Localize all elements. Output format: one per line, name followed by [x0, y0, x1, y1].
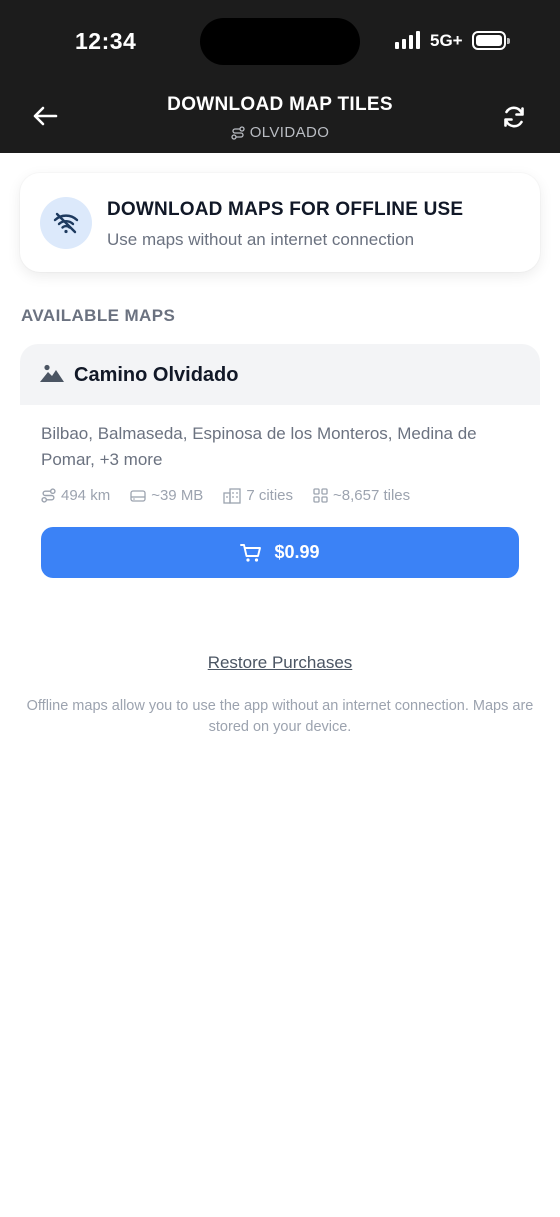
page-subtitle: OLVIDADO [0, 124, 560, 141]
route-icon [231, 125, 245, 140]
map-card-header[interactable]: Camino Olvidado [20, 344, 540, 405]
map-cities: Bilbao, Balmaseda, Espinosa de los Monte… [41, 424, 477, 469]
stat-cities-value: 7 cities [246, 487, 294, 504]
hard-drive-icon [130, 489, 146, 502]
route-icon [41, 488, 56, 503]
footer-note: Offline maps allow you to use the app wi… [26, 698, 534, 735]
stat-cities: 7 cities [223, 487, 293, 504]
restore-row: Restore Purchases [0, 653, 560, 673]
stat-size: ~39 MB [130, 487, 203, 504]
network-type: 5G+ [430, 31, 463, 50]
refresh-icon [504, 106, 524, 128]
map-stats: 494 km ~39 MB 7 cities ~8,657 tiles [41, 487, 410, 504]
offline-info-card: DOWNLOAD MAPS FOR OFFLINE USE Use maps w… [20, 173, 540, 272]
refresh-button[interactable] [496, 99, 532, 135]
stat-tiles-value: ~8,657 tiles [333, 487, 411, 504]
stat-tiles: ~8,657 tiles [313, 487, 410, 504]
buy-button[interactable]: $0.99 [41, 527, 519, 578]
subtitle-text: OLVIDADO [249, 124, 330, 141]
mountain-icon [40, 364, 64, 382]
stat-distance-value: 494 km [61, 487, 111, 504]
stat-size-value: ~39 MB [151, 487, 204, 504]
map-name: Camino Olvidado [74, 364, 239, 386]
app-header: 12:34 5G+ DOWNLOAD MAP TILES OLVIDADO [0, 0, 560, 153]
grid-icon [313, 488, 328, 503]
info-subtitle: Use maps without an internet connection [107, 230, 415, 249]
battery-icon [472, 31, 510, 50]
section-heading: AVAILABLE MAPS [21, 306, 176, 325]
stat-distance: 494 km [41, 487, 110, 504]
info-icon-badge [40, 197, 92, 249]
info-title: DOWNLOAD MAPS FOR OFFLINE USE [107, 199, 464, 220]
restore-purchases-link[interactable]: Restore Purchases [208, 653, 353, 672]
page-title: DOWNLOAD MAP TILES [167, 94, 393, 115]
status-time: 12:34 [75, 28, 137, 54]
wifi-off-icon [53, 212, 79, 234]
cart-icon [240, 543, 262, 562]
signal-icon [395, 31, 420, 49]
buy-price: $0.99 [274, 542, 320, 562]
dynamic-island [200, 18, 360, 65]
buildings-icon [223, 487, 241, 504]
